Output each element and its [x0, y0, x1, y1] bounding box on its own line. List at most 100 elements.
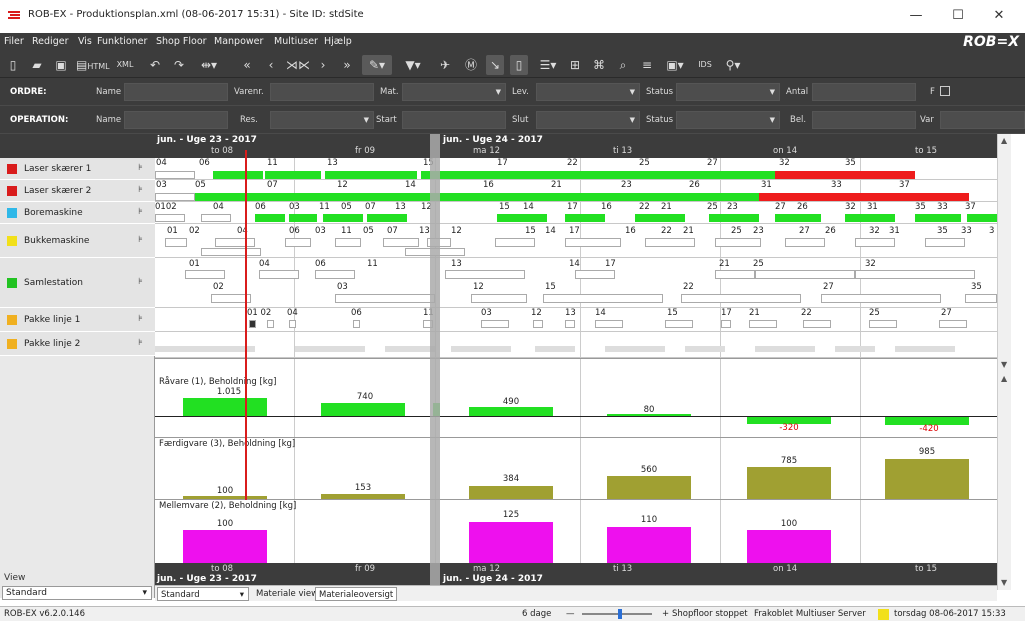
menu-shop-floor[interactable]: Shop Floor	[156, 36, 207, 47]
resource-row-samlestation[interactable]: Samlestation ⊧	[0, 258, 155, 308]
f-checkbox[interactable]	[940, 86, 950, 96]
close-button[interactable]: ✕	[979, 4, 1019, 28]
scroll-next-icon[interactable]: ›	[314, 55, 332, 75]
link-icon[interactable]: ↘	[486, 55, 504, 75]
inventory-bar[interactable]	[469, 486, 553, 499]
op-bar[interactable]	[535, 346, 575, 352]
op-bar[interactable]	[195, 193, 251, 201]
op-box[interactable]	[315, 270, 355, 279]
op-bar[interactable]	[155, 193, 195, 201]
op-bar[interactable]	[295, 346, 365, 352]
op-box[interactable]	[481, 320, 509, 328]
op-box[interactable]	[445, 270, 525, 279]
menu-funktioner[interactable]: Funktioner	[97, 36, 147, 47]
op-box[interactable]	[821, 294, 941, 303]
minimize-button[interactable]: —	[896, 4, 936, 28]
op-box[interactable]	[575, 270, 615, 279]
op-box[interactable]	[721, 320, 731, 328]
op-bar[interactable]	[155, 214, 185, 222]
gantt-chart[interactable]: 04 06 11 13 15 17 22 25 27 32 35 03 05 0…	[155, 158, 997, 358]
slut-dropdown[interactable]	[536, 111, 640, 129]
window-icon[interactable]: ▣▾	[662, 55, 688, 75]
save-html-button[interactable]: ▤HTML	[76, 55, 110, 75]
op-box[interactable]	[645, 238, 695, 247]
resource-settings-icon[interactable]: ⊧	[138, 163, 143, 173]
scroll-prev-icon[interactable]: ‹	[262, 55, 280, 75]
zoom-center-icon[interactable]: ⋊⋉	[286, 55, 310, 75]
op-box[interactable]	[755, 270, 855, 279]
tab-materiale-view[interactable]: Materiale view	[253, 587, 321, 601]
ordre-status-dropdown[interactable]	[676, 83, 780, 101]
op-bar[interactable]	[895, 346, 955, 352]
resource-settings-icon[interactable]: ⊧	[138, 185, 143, 195]
list-view-icon[interactable]: ≡	[638, 55, 656, 75]
xml-in-button[interactable]: XML	[110, 55, 140, 75]
zoom-out-button[interactable]: —	[566, 609, 575, 619]
op-bar[interactable]	[213, 171, 263, 179]
zoom-slider-thumb[interactable]	[618, 609, 622, 619]
op-box[interactable]	[383, 238, 419, 247]
op-bar[interactable]	[685, 346, 725, 352]
op-box[interactable]	[855, 270, 975, 279]
op-box[interactable]	[869, 320, 897, 328]
op-box[interactable]	[215, 238, 255, 247]
list-icon[interactable]: ☰▾	[536, 55, 560, 75]
op-box[interactable]	[749, 320, 777, 328]
operation-status-dropdown[interactable]	[676, 111, 780, 129]
op-box[interactable]	[925, 238, 965, 247]
maximize-button[interactable]: ☐	[938, 4, 978, 28]
resource-row-laser-1[interactable]: Laser skærer 1 ⊧	[0, 158, 155, 180]
op-bar[interactable]	[385, 346, 435, 352]
op-bar[interactable]	[367, 214, 407, 222]
op-bar[interactable]	[635, 214, 685, 222]
op-bar[interactable]	[251, 193, 759, 201]
op-box[interactable]	[803, 320, 831, 328]
resource-row-bukkemaskine[interactable]: Bukkemaskine ⊧	[0, 224, 155, 258]
resource-row-boremaskine[interactable]: Boremaskine ⊧	[0, 202, 155, 224]
op-box[interactable]	[565, 238, 621, 247]
inventory-bar[interactable]	[183, 496, 267, 499]
resource-row-pakke-1[interactable]: Pakke linje 1 ⊧	[0, 308, 155, 332]
op-bar[interactable]	[421, 171, 775, 179]
op-box[interactable]	[965, 294, 997, 303]
save-icon[interactable]: ▣	[52, 55, 70, 75]
op-box[interactable]	[855, 238, 895, 247]
op-box[interactable]	[533, 320, 543, 328]
document-icon[interactable]: ▯	[510, 55, 528, 75]
resource-settings-icon[interactable]: ⊧	[138, 207, 143, 217]
bel-input[interactable]	[812, 111, 916, 129]
inventory-bar[interactable]	[469, 522, 553, 564]
connect-icon[interactable]: ⌘	[590, 55, 608, 75]
op-bar[interactable]	[289, 214, 317, 222]
op-box[interactable]	[665, 320, 693, 328]
op-bar[interactable]	[323, 214, 363, 222]
open-folder-icon[interactable]: ▰	[28, 55, 46, 75]
move-icon[interactable]: ✈	[436, 55, 454, 75]
resource-settings-icon[interactable]: ⊧	[138, 314, 143, 324]
op-box[interactable]	[335, 238, 361, 247]
op-box[interactable]	[249, 320, 256, 328]
view-select[interactable]: Standard	[2, 586, 152, 600]
op-bar[interactable]	[497, 214, 547, 222]
op-bar[interactable]	[775, 171, 915, 179]
op-bar[interactable]	[845, 214, 895, 222]
undo-icon[interactable]: ↶	[146, 55, 164, 75]
inventory-bar[interactable]	[607, 414, 691, 416]
op-box[interactable]	[543, 294, 663, 303]
op-box[interactable]	[495, 238, 535, 247]
zoom-slider[interactable]	[582, 609, 652, 619]
resource-row-pakke-2[interactable]: Pakke linje 2 ⊧	[0, 332, 155, 356]
op-bar[interactable]	[835, 346, 875, 352]
scroll-down-icon[interactable]: ▼	[1001, 578, 1007, 587]
menu-hjaelp[interactable]: Hjælp	[324, 36, 352, 47]
op-box[interactable]	[259, 270, 299, 279]
antal-input[interactable]	[812, 83, 916, 101]
op-bar[interactable]	[155, 346, 255, 352]
inventory-bar[interactable]	[469, 407, 553, 416]
inventory-bar[interactable]	[607, 476, 691, 499]
zoom-in-button[interactable]: +	[662, 609, 669, 619]
vertical-scrollbar[interactable]: ▲ ▼ ▲ ▼	[997, 134, 1011, 590]
op-box[interactable]	[353, 320, 360, 328]
op-box[interactable]	[565, 320, 575, 328]
inventory-bar[interactable]	[183, 530, 267, 564]
